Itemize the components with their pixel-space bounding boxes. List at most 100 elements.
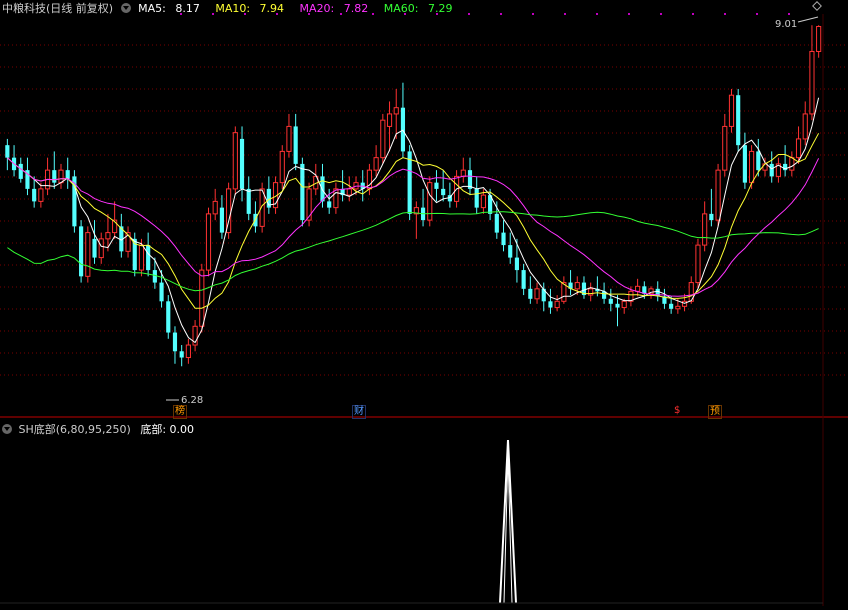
top-tick: [564, 13, 566, 15]
high-arrow: [797, 16, 819, 23]
main-header: 中粮科技(日线 前复权) MA5: 8.17 MA10: 7.94 MA20: …: [2, 0, 464, 16]
candle-body-down: [736, 95, 741, 146]
candle-body-down: [669, 303, 674, 309]
candle-body-down: [5, 145, 10, 158]
candle-body-down: [528, 288, 533, 299]
candle-body-down: [494, 213, 499, 233]
candle-body-up: [306, 188, 312, 221]
ma10-name: MA10:: [215, 2, 251, 15]
candle-body-up: [588, 288, 594, 296]
ma5-label: MA5: 8.17: [138, 2, 206, 15]
candle-body-down: [400, 107, 406, 152]
candle-body-up: [702, 213, 708, 246]
dollar-marker[interactable]: $: [673, 405, 681, 417]
corner-diamond-icon: [812, 1, 822, 11]
candle-body-down: [293, 126, 298, 164]
candle-body-up: [138, 244, 145, 271]
top-tick: [500, 13, 502, 15]
candle-body-up: [373, 157, 379, 171]
candle-body-down: [769, 163, 774, 177]
candle-body-up: [574, 282, 580, 290]
cai-marker[interactable]: 财: [352, 405, 366, 419]
bang-marker[interactable]: 榜: [173, 405, 187, 419]
candle-body-up: [286, 125, 292, 152]
candle-body-up: [460, 169, 466, 177]
candle-body-up: [728, 94, 735, 127]
candle-body-down: [548, 301, 553, 308]
candle-body-up: [480, 194, 486, 209]
candle-body-down: [508, 245, 513, 258]
candle-body-up: [675, 305, 681, 310]
candle-body-down: [219, 207, 224, 233]
candle-body-down: [514, 257, 520, 271]
candle-body-down: [32, 188, 37, 202]
dropdown-icon[interactable]: [120, 3, 131, 13]
candle-body-up: [722, 125, 728, 171]
candle-body-down: [239, 138, 245, 189]
indicator-value: 底部: 0.00: [140, 423, 195, 436]
top-tick: [628, 13, 630, 15]
candle-body-up: [212, 200, 218, 215]
candle-body-down: [166, 301, 171, 333]
candle-body-up: [789, 157, 795, 171]
top-tick: [660, 13, 662, 15]
candle-body-down: [501, 232, 506, 246]
top-tick: [724, 13, 726, 15]
candle-body-up: [98, 238, 104, 259]
ma5-name: MA5:: [138, 2, 166, 15]
chart-svg: [0, 1, 848, 606]
candle-body-up: [809, 50, 815, 115]
high-price-label: 9.01: [775, 19, 798, 30]
candle-body-down: [18, 163, 23, 179]
candle-body-up: [386, 113, 393, 127]
candle-body-down: [756, 151, 761, 171]
yu-marker[interactable]: 预: [708, 405, 722, 419]
candle-body-up: [762, 163, 768, 171]
candle-body-down: [152, 270, 157, 283]
candle-body-up: [534, 288, 540, 300]
indicator-dropdown-icon[interactable]: [2, 424, 12, 434]
candle-body-down: [615, 303, 620, 308]
candle-body-up: [715, 169, 721, 221]
candle-body-up: [795, 138, 802, 159]
ma10-value: 7.94: [259, 2, 285, 15]
ma10-label: MA10: 7.94: [215, 2, 290, 15]
candle-body-up: [346, 188, 352, 196]
candle-body-up: [38, 188, 44, 202]
candle-body-up: [232, 132, 238, 190]
top-tick: [532, 13, 534, 15]
ma60-value: 7.29: [427, 2, 453, 15]
top-tick: [756, 13, 758, 15]
ma20-name: MA20:: [299, 2, 335, 15]
ma60-name: MA60:: [383, 2, 419, 15]
candle-body-up: [695, 244, 701, 284]
candle-body-down: [246, 188, 251, 214]
candle-body-down: [327, 201, 332, 208]
ma20-value: 7.82: [343, 2, 369, 15]
candle-body-up: [749, 150, 755, 184]
candle-body-up: [205, 213, 212, 271]
candle-body-down: [608, 298, 613, 304]
kline-chart[interactable]: [0, 0, 848, 606]
candle-body-down: [474, 188, 479, 208]
candle-body-up: [816, 25, 822, 52]
candle-body-down: [79, 226, 84, 277]
candle-body-up: [802, 113, 808, 140]
candle-body-down: [92, 238, 97, 258]
indicator-header: SH底部(6,80,95,250) 底部: 0.00: [2, 421, 200, 437]
candle-body-down: [407, 151, 412, 214]
candle-body-down: [179, 351, 184, 358]
candle-body-up: [279, 150, 285, 184]
candle-body-down: [146, 245, 151, 271]
top-tick: [788, 13, 790, 15]
candle-body-up: [635, 285, 641, 292]
candle-body-up: [185, 344, 191, 359]
candle-body-down: [434, 182, 439, 189]
candle-body-down: [709, 213, 714, 221]
candle-body-up: [105, 232, 111, 240]
candle-body-down: [52, 170, 57, 183]
top-tick: [468, 13, 470, 15]
candle-body-up: [58, 169, 64, 184]
candle-body-up: [621, 300, 627, 309]
candle-body-down: [441, 188, 446, 196]
